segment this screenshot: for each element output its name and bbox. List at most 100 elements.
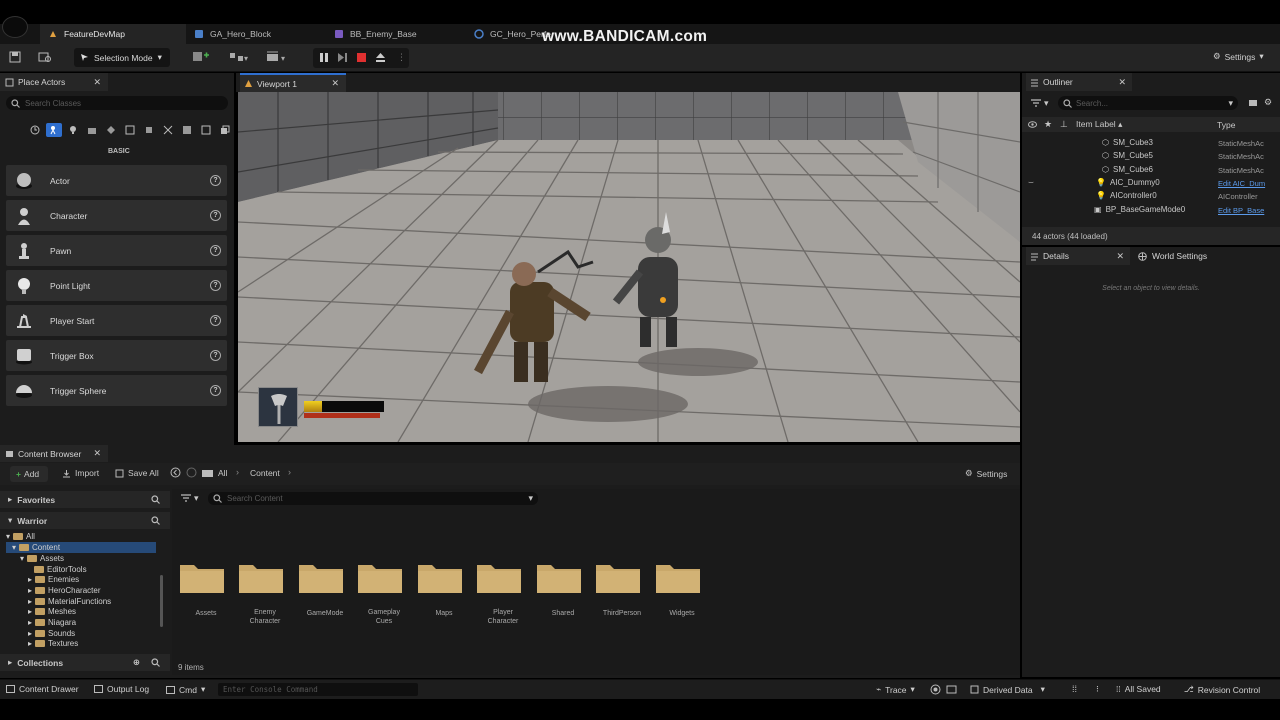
geometry-icon[interactable] — [122, 123, 138, 137]
help-icon[interactable]: ? — [210, 280, 221, 291]
tab-bb-enemy-base[interactable]: BB_Enemy_Base — [326, 24, 466, 44]
trace-dropdown[interactable]: ⌁ Trace ▾ — [876, 684, 915, 695]
visibility-toggle-icon[interactable]: ⌣ — [1028, 177, 1034, 188]
folder-gamemode[interactable]: GameMode — [297, 561, 353, 618]
console-command-input[interactable]: Enter Console Command — [218, 683, 418, 696]
pin-icon[interactable]: ⊥ — [1060, 119, 1068, 130]
browse-icon[interactable] — [38, 51, 52, 63]
folder-assets[interactable]: Assets — [178, 561, 234, 618]
content-drawer-button[interactable]: Content Drawer — [6, 684, 79, 694]
actor-item-pawn[interactable]: Pawn ? — [6, 235, 227, 266]
outliner-row[interactable]: ⬡ SM_Cube6 — [1102, 165, 1153, 174]
eject-icon[interactable] — [375, 52, 386, 63]
outliner-row[interactable]: ⬡ SM_Cube5 — [1102, 151, 1153, 160]
search-icon[interactable] — [151, 658, 160, 667]
toolbar-settings-button[interactable]: ⚙ Settings ▾ — [1213, 51, 1264, 62]
folder-thirdperson[interactable]: ThirdPerson — [594, 561, 650, 618]
item-label-header[interactable]: Item Label ▴ — [1076, 119, 1122, 130]
breadcrumb-content[interactable]: Content — [250, 468, 280, 478]
folder-gameplay-cues[interactable]: Gameplay Cues — [356, 561, 412, 626]
world-settings-tab[interactable]: World Settings — [1134, 247, 1244, 265]
derived-data-dropdown[interactable]: Derived Data ▾ — [970, 684, 1045, 695]
more-options-icon[interactable]: ⋮ — [397, 52, 406, 63]
tree-scrollbar[interactable] — [160, 575, 163, 627]
revision-control-button[interactable]: ⎇ Revision Control — [1184, 684, 1260, 695]
gear-icon[interactable]: ⚙ — [1264, 97, 1272, 108]
details-tab[interactable]: Details ✕ — [1026, 247, 1130, 265]
close-icon[interactable]: ✕ — [93, 77, 101, 88]
tree-item-assets[interactable]: ▾ Assets — [20, 554, 64, 563]
actor-item-trigger-box[interactable]: Trigger Box ? — [6, 340, 227, 371]
tree-item-niagara[interactable]: ▸ Niagara — [28, 618, 76, 627]
collections-section[interactable]: ▸ Collections ⊕ — [0, 654, 170, 671]
cube-icon[interactable] — [198, 123, 214, 137]
tree-item-sounds[interactable]: ▸ Sounds — [28, 629, 75, 638]
tab-viewport-1[interactable]: Viewport 1 ✕ — [240, 73, 346, 92]
type-header[interactable]: Type — [1217, 120, 1235, 130]
add-collection-icon[interactable]: ⊕ — [133, 657, 140, 668]
lights-icon[interactable] — [65, 123, 81, 137]
tree-item-editortools[interactable]: EditorTools — [34, 565, 87, 574]
level-viewport[interactable] — [238, 92, 1020, 442]
tab-featuredevmap[interactable]: FeatureDevMap — [40, 24, 186, 44]
cinematic-icon[interactable] — [84, 123, 100, 137]
folder-widgets[interactable]: Widgets — [654, 561, 710, 618]
eye-icon[interactable] — [1028, 121, 1037, 128]
record-icon[interactable] — [930, 684, 941, 695]
shapes-icon[interactable] — [179, 123, 195, 137]
filter-button[interactable]: ▾ — [1030, 98, 1049, 109]
help-icon[interactable]: ? — [210, 315, 221, 326]
place-actors-tab[interactable]: Place Actors ✕ — [0, 73, 108, 91]
folder-player-character[interactable]: Player Character — [475, 561, 531, 626]
step-forward-icon[interactable] — [337, 52, 348, 63]
favorites-section[interactable]: ▸ Favorites — [0, 491, 170, 508]
cmd-dropdown[interactable]: Cmd ▾ — [166, 684, 205, 695]
close-icon[interactable]: ✕ — [93, 448, 101, 459]
help-icon[interactable]: ? — [210, 350, 221, 361]
actor-item-character[interactable]: Character ? — [6, 200, 227, 231]
stop-icon[interactable] — [356, 52, 367, 63]
import-button[interactable]: Import — [62, 468, 99, 478]
unreal-logo[interactable] — [2, 16, 28, 38]
help-icon[interactable]: ? — [210, 175, 221, 186]
close-icon[interactable]: ✕ — [331, 78, 339, 89]
volumes-icon[interactable] — [141, 123, 157, 137]
recent-icon[interactable] — [27, 123, 43, 137]
tree-item-all[interactable]: ▾ All — [6, 532, 35, 541]
edit-blueprint-link[interactable]: Edit AIC_Dum — [1218, 179, 1265, 188]
visual-effects-icon[interactable] — [103, 123, 119, 137]
outliner-tab[interactable]: Outliner ✕ — [1026, 73, 1132, 91]
screenshot-icon[interactable] — [946, 684, 957, 695]
tree-item-content[interactable]: ▾ Content — [6, 542, 156, 553]
back-history-icon[interactable] — [170, 467, 181, 478]
basic-category-icon[interactable] — [46, 123, 62, 137]
tree-item-materialfunctions[interactable]: ▸ MaterialFunctions — [28, 597, 111, 606]
selection-mode-dropdown[interactable]: Selection Mode ▾ — [74, 48, 170, 67]
outliner-row[interactable]: ⬡ SM_Cube3 — [1102, 138, 1153, 147]
all-classes-icon[interactable] — [160, 123, 176, 137]
search-classes-input[interactable]: Search Classes — [6, 96, 228, 110]
star-icon[interactable]: ★ — [1044, 119, 1052, 130]
tree-item-enemies[interactable]: ▸ Enemies — [28, 575, 79, 584]
content-browser-tab[interactable]: Content Browser ✕ — [0, 445, 108, 462]
actor-item-point-light[interactable]: Point Light ? — [6, 270, 227, 301]
tab-ga-hero-block[interactable]: GA_Hero_Block — [186, 24, 326, 44]
save-icon[interactable] — [9, 51, 21, 63]
output-log-button[interactable]: Output Log — [94, 684, 149, 694]
layers-icon[interactable] — [217, 123, 233, 137]
tree-item-herocharacter[interactable]: ▸ HeroCharacter — [28, 586, 100, 595]
outliner-row[interactable]: 💡 AIController0 — [1096, 191, 1157, 200]
folder-maps[interactable]: Maps — [416, 561, 472, 618]
add-button[interactable]: + Add — [10, 466, 48, 482]
diagnostics-icon[interactable]: ⁝ — [1096, 684, 1099, 695]
add-actor-icon[interactable] — [192, 50, 212, 64]
close-icon[interactable]: ✕ — [1116, 251, 1124, 262]
folder-enemy-character[interactable]: Enemy Character — [237, 561, 293, 626]
actor-item-player-start[interactable]: Player Start ? — [6, 305, 227, 336]
pause-icon[interactable] — [319, 52, 330, 63]
outliner-row[interactable]: ▣ BP_BaseGameMode0 — [1094, 205, 1185, 214]
tree-item-textures[interactable]: ▸ Textures — [28, 639, 78, 648]
actor-item-trigger-sphere[interactable]: Trigger Sphere ? — [6, 375, 227, 406]
search-icon[interactable] — [151, 495, 160, 504]
folder-shared[interactable]: Shared — [535, 561, 591, 618]
